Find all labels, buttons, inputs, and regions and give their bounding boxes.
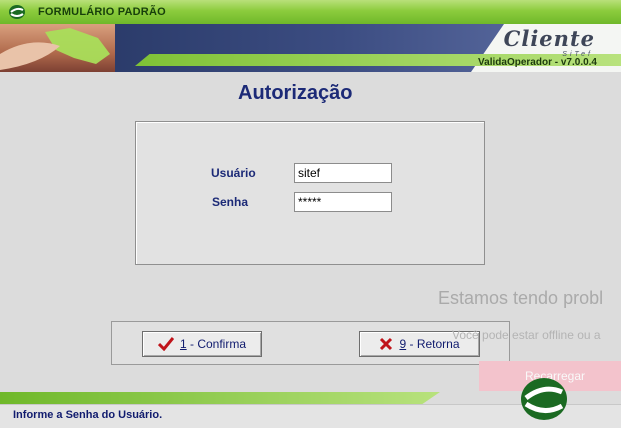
status-text: Informe a Senha do Usuário. (13, 409, 163, 421)
bottom-logo-icon (521, 378, 567, 420)
password-label: Senha (212, 195, 249, 209)
title-bar: FORMULÁRIO PADRÃO (0, 0, 621, 25)
button-bar: 1 - Confirma 9 - Retorna (111, 321, 510, 365)
app-logo-icon (9, 5, 25, 19)
banner-photo (0, 24, 115, 72)
checkmark-icon (157, 337, 174, 351)
brand-name: Cliente (503, 26, 595, 51)
window-title: FORMULÁRIO PADRÃO (38, 6, 166, 18)
user-label: Usuário (211, 166, 256, 180)
close-icon (380, 337, 393, 351)
confirm-button-label: 1 - Confirma (179, 337, 247, 351)
header-banner: Cliente SiTef ValidaOperador - v7.0.0.4 (0, 24, 621, 72)
user-input[interactable] (294, 163, 392, 183)
login-panel: Usuário Senha (135, 121, 485, 265)
confirm-button[interactable]: 1 - Confirma (142, 331, 262, 357)
back-button-label: 9 - Retorna (399, 337, 460, 351)
bottom-stripe (0, 392, 440, 404)
offline-subtitle: Você pode estar offline ou a (452, 328, 601, 342)
offline-title: Estamos tendo probl (438, 288, 604, 308)
version-label: ValidaOperador - v7.0.0.4 (478, 57, 597, 68)
page-title: Autorização (238, 82, 353, 104)
hand-map-icon (0, 28, 110, 70)
password-input[interactable] (294, 192, 392, 212)
